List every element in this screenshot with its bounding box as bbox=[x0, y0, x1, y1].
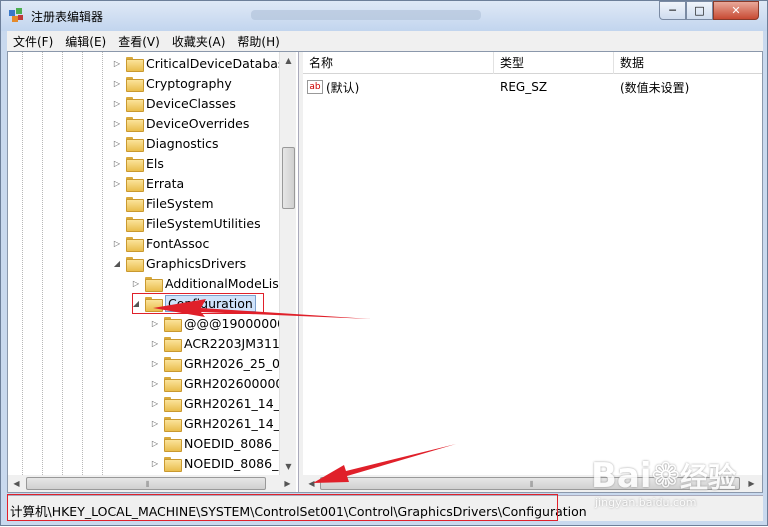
registry-editor-window: 注册表编辑器 ─ □ ✕ 文件(F) 编辑(E) 查看(V) 收藏夹(A) 帮助… bbox=[0, 0, 768, 526]
watermark-url: jingyan.baidu.com bbox=[595, 496, 697, 509]
watermark-suffix: 经验 bbox=[680, 461, 737, 494]
paw-icon: ❁ bbox=[651, 456, 681, 496]
annotation-arrow-icon bbox=[313, 444, 456, 483]
annotation-arrow-icon bbox=[153, 299, 371, 319]
annotation-arrows bbox=[153, 299, 456, 483]
watermark-brand: Bai bbox=[591, 456, 652, 496]
baidu-watermark: Bai❁经验 jingyan.baidu.com bbox=[591, 456, 736, 509]
